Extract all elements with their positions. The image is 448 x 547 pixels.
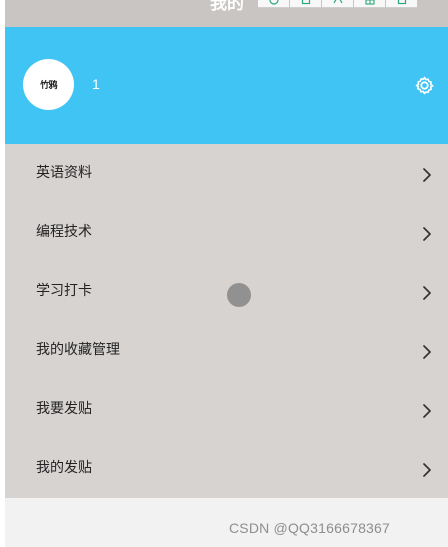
toolbar-icon-5[interactable] — [386, 0, 417, 8]
top-navigation-bar: 我的 — [5, 0, 448, 27]
toolbar-icon-3[interactable] — [322, 0, 353, 8]
menu-item-programming-tech[interactable]: 编程技术 — [5, 203, 448, 262]
menu-item-create-post[interactable]: 我要发贴 — [5, 380, 448, 439]
menu-item-label: 我要发贴 — [36, 401, 92, 417]
mobile-screen: 我的 竹鸦 1 英语资料 编程技术 学习打卡 我的收藏管理 我要发贴 我的发贴 … — [0, 0, 448, 547]
chevron-right-icon — [423, 345, 431, 359]
profile-header: 竹鸦 1 — [5, 27, 448, 144]
chevron-right-icon — [423, 286, 431, 300]
menu-item-label: 我的收藏管理 — [36, 342, 120, 358]
chevron-right-icon — [423, 227, 431, 241]
profile-page: 我的 竹鸦 1 英语资料 编程技术 学习打卡 我的收藏管理 我要发贴 我的发贴 — [5, 0, 448, 547]
profile-menu: 英语资料 编程技术 学习打卡 我的收藏管理 我要发贴 我的发贴 — [5, 144, 448, 498]
toolbar-icons — [258, 0, 448, 8]
chevron-right-icon — [423, 168, 431, 182]
page-title: 我的 — [210, 0, 244, 14]
menu-item-my-posts[interactable]: 我的发贴 — [5, 439, 448, 498]
avatar[interactable]: 竹鸦 — [23, 59, 74, 110]
menu-item-english-materials[interactable]: 英语资料 — [5, 144, 448, 203]
menu-item-label: 编程技术 — [36, 224, 92, 240]
chevron-right-icon — [423, 404, 431, 418]
menu-item-label: 英语资料 — [36, 165, 92, 181]
menu-item-label: 学习打卡 — [36, 283, 92, 299]
toolbar-icon-1[interactable] — [258, 0, 289, 8]
toolbar-icon-4[interactable] — [354, 0, 385, 8]
menu-item-favorites-management[interactable]: 我的收藏管理 — [5, 321, 448, 380]
touch-indicator — [227, 283, 251, 307]
username: 1 — [92, 76, 100, 92]
chevron-right-icon — [423, 463, 431, 477]
csdn-watermark: CSDN @QQ3166678367 — [229, 520, 391, 536]
menu-item-label: 我的发贴 — [36, 460, 92, 476]
gear-icon[interactable] — [414, 75, 435, 96]
toolbar-icon-2[interactable] — [290, 0, 321, 8]
